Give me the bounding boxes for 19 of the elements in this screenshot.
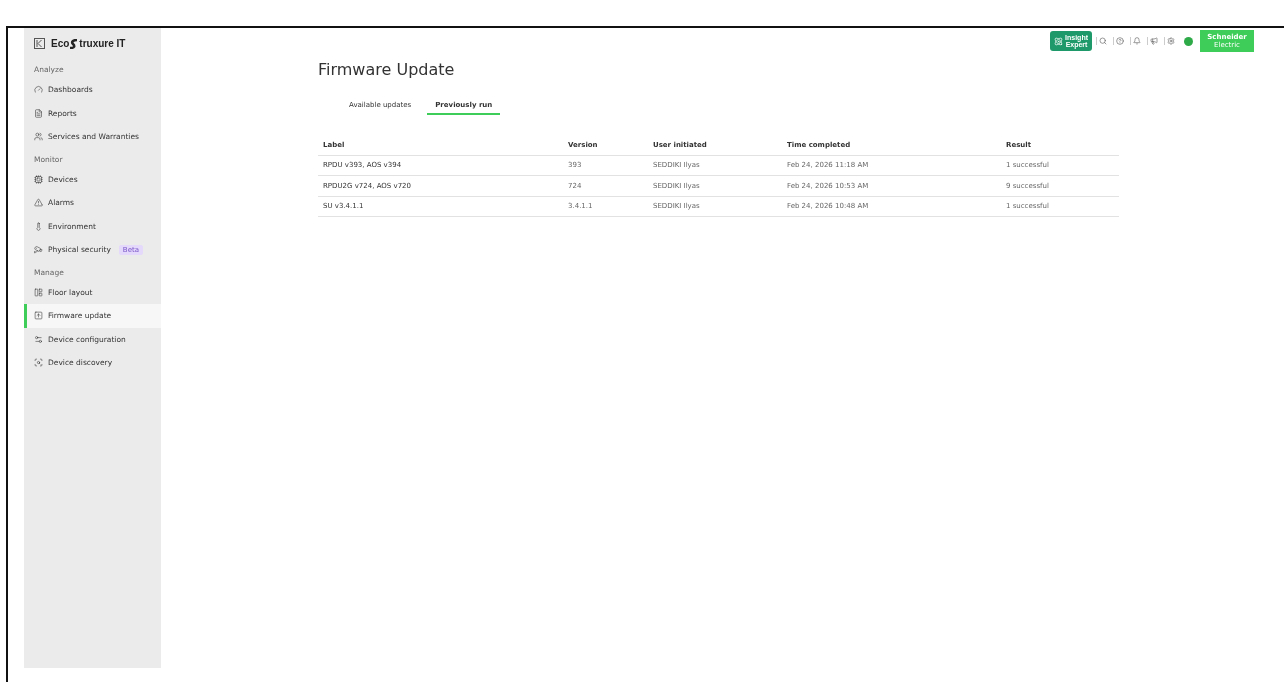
chip-icon <box>34 174 43 184</box>
upload-icon <box>34 311 43 321</box>
gauge-icon <box>34 85 43 95</box>
atom-icon <box>1054 36 1064 46</box>
settings-icon[interactable] <box>1164 37 1177 45</box>
floor-plan-icon <box>34 287 43 297</box>
people-icon <box>34 132 43 142</box>
app-logo: Eco truxure IT <box>51 38 126 49</box>
help-icon[interactable] <box>1113 37 1126 45</box>
warning-icon <box>34 198 43 208</box>
megaphone-icon[interactable] <box>1147 37 1160 45</box>
bell-icon[interactable] <box>1130 37 1143 45</box>
page-title: Firmware Update <box>318 60 456 79</box>
search-icon[interactable] <box>1096 37 1109 45</box>
scan-icon <box>34 358 43 368</box>
user-avatar[interactable] <box>1184 36 1193 46</box>
logo-icon <box>34 38 45 49</box>
document-icon <box>34 108 43 118</box>
camera-icon <box>34 245 43 255</box>
